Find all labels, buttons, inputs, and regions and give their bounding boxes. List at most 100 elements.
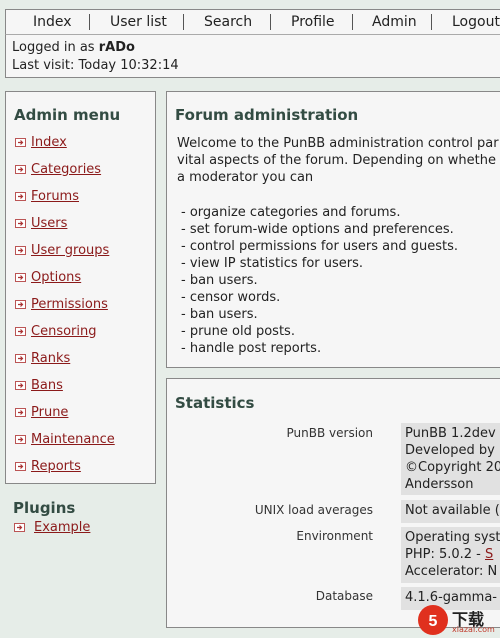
forum-administration-panel: Forum administration Welcome to the PunB…: [166, 91, 500, 368]
environment-link[interactable]: S: [485, 547, 493, 562]
stat-value-punbb-version: PunBB 1.2dev Developed by ©Copyright 20 …: [401, 423, 500, 495]
stat-line-text: PHP: 5.0.2 -: [405, 547, 485, 562]
arrow-right-icon: [14, 522, 25, 532]
stat-line: ©Copyright 20: [405, 460, 500, 475]
capability-list: - organize categories and forums. - set …: [181, 204, 458, 357]
admin-menu-panel: Admin menu Index Categories Forums Users Use…: [5, 91, 156, 484]
nav-admin[interactable]: Admin: [372, 14, 417, 30]
stat-value-environment: Operating syst PHP: 5.0.2 - S Accelerato…: [401, 527, 500, 583]
nav-user-list[interactable]: User list: [110, 14, 167, 30]
admin-menu-item-bans[interactable]: Bans: [15, 376, 63, 394]
stat-label-environment: Environment: [296, 529, 373, 543]
admin-menu-item-forums[interactable]: Forums: [15, 187, 79, 205]
top-navigation: Index User list Search Profile Admin Log…: [5, 9, 500, 35]
nav-separator: [270, 14, 271, 30]
intro-line: vital aspects of the forum. Depending on…: [177, 153, 496, 168]
admin-menu-item-permissions[interactable]: Permissions: [15, 295, 108, 313]
svg-text:5: 5: [429, 613, 438, 630]
admin-menu-item-label[interactable]: Reports: [31, 459, 81, 474]
forum-administration-title: Forum administration: [175, 106, 359, 124]
arrow-right-icon: [15, 434, 26, 444]
statistics-panel: Statistics PunBB version PunBB 1.2dev De…: [166, 378, 500, 628]
admin-menu-item-label[interactable]: Index: [31, 135, 67, 150]
watermark-url: xiazai.com: [452, 625, 495, 634]
stat-line: PunBB 1.2dev: [405, 426, 496, 441]
statistics-title: Statistics: [175, 394, 255, 412]
admin-menu-item-label[interactable]: Permissions: [31, 297, 108, 312]
stat-line: Andersson: [405, 477, 474, 492]
stat-value-load-averages: Not available (: [401, 500, 500, 523]
watermark-logo: 5 下载 xiazai.com: [415, 600, 500, 638]
logged-in-line: Logged in as rADo: [12, 40, 135, 55]
admin-menu-item-index[interactable]: Index: [15, 133, 67, 151]
admin-menu-item-label[interactable]: Categories: [31, 162, 101, 177]
admin-menu-item-label[interactable]: Bans: [31, 378, 63, 393]
admin-menu-item-label[interactable]: Prune: [31, 405, 68, 420]
arrow-right-icon: [15, 137, 26, 147]
list-item: - organize categories and forums.: [181, 205, 401, 220]
arrow-right-icon: [15, 461, 26, 471]
nav-search[interactable]: Search: [204, 14, 252, 30]
nav-profile[interactable]: Profile: [291, 14, 335, 30]
plugins-title: Plugins: [13, 499, 76, 517]
stat-label-punbb-version: PunBB version: [286, 426, 373, 440]
arrow-right-icon: [15, 164, 26, 174]
stat-label-database: Database: [315, 589, 373, 603]
arrow-right-icon: [15, 407, 26, 417]
admin-menu-item-label[interactable]: Ranks: [31, 351, 70, 366]
arrow-right-icon: [15, 272, 26, 282]
nav-separator: [431, 14, 432, 30]
admin-menu-item-label[interactable]: Users: [31, 216, 67, 231]
plugins-panel: Plugins Example: [5, 493, 154, 539]
user-info-box: Logged in as rADo Last visit: Today 10:3…: [5, 34, 500, 78]
arrow-right-icon: [15, 191, 26, 201]
plugin-item-label[interactable]: Example: [34, 520, 90, 535]
list-item: - set forum-wide options and preferences…: [181, 222, 454, 237]
admin-menu-item-label[interactable]: User groups: [31, 243, 109, 258]
stat-line: Operating syst: [405, 530, 500, 545]
admin-menu-item-label[interactable]: Options: [31, 270, 81, 285]
arrow-right-icon: [15, 299, 26, 309]
admin-menu-item-censoring[interactable]: Censoring: [15, 322, 97, 340]
arrow-right-icon: [15, 326, 26, 336]
nav-index[interactable]: Index: [33, 14, 72, 30]
admin-menu-item-label[interactable]: Forums: [31, 189, 79, 204]
admin-menu-item-options[interactable]: Options: [15, 268, 81, 286]
list-item: - handle post reports.: [181, 341, 322, 356]
admin-menu-item-categories[interactable]: Categories: [15, 160, 101, 178]
intro-text: Welcome to the PunBB administration cont…: [177, 135, 500, 186]
list-item: - view IP statistics for users.: [181, 256, 364, 271]
stat-label-load-averages: UNIX load averages: [254, 503, 373, 517]
last-visit: Last visit: Today 10:32:14: [12, 58, 179, 73]
nav-separator: [89, 14, 90, 30]
arrow-right-icon: [15, 218, 26, 228]
list-item: - ban users.: [181, 307, 258, 322]
plugin-item-example[interactable]: Example: [14, 518, 90, 536]
stat-line: PHP: 5.0.2 - S: [405, 546, 497, 563]
admin-menu-item-ranks[interactable]: Ranks: [15, 349, 70, 367]
admin-menu-item-users[interactable]: Users: [15, 214, 67, 232]
username: rADo: [98, 40, 135, 55]
nav-logout[interactable]: Logout: [452, 14, 500, 30]
admin-menu-item-prune[interactable]: Prune: [15, 403, 68, 421]
list-item: - censor words.: [181, 290, 281, 305]
stat-line: Accelerator: N: [405, 564, 498, 579]
list-item: - ban users.: [181, 273, 258, 288]
stat-line: Developed by: [405, 443, 495, 458]
admin-menu-item-label[interactable]: Censoring: [31, 324, 97, 339]
arrow-right-icon: [15, 245, 26, 255]
stat-line: Not available (: [405, 503, 500, 518]
intro-line: Welcome to the PunBB administration cont…: [177, 136, 499, 151]
list-item: - control permissions for users and gues…: [181, 239, 459, 254]
admin-menu-title: Admin menu: [14, 106, 121, 124]
logged-in-prefix: Logged in as: [12, 40, 95, 55]
intro-line: a moderator you can: [177, 170, 314, 185]
nav-separator: [183, 14, 184, 30]
nav-separator: [352, 14, 353, 30]
arrow-right-icon: [15, 353, 26, 363]
list-item: - prune old posts.: [181, 324, 295, 339]
admin-menu-item-reports[interactable]: Reports: [15, 457, 81, 475]
admin-menu-item-maintenance[interactable]: Maintenance: [15, 430, 115, 448]
admin-menu-item-label[interactable]: Maintenance: [31, 432, 115, 447]
admin-menu-item-user-groups[interactable]: User groups: [15, 241, 109, 259]
